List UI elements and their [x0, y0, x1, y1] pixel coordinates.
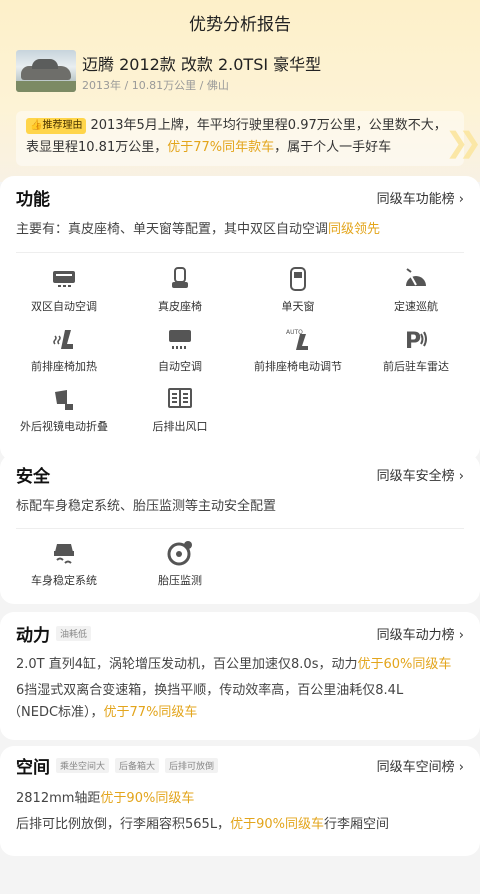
stability-control-icon	[54, 544, 74, 564]
function-rank-link[interactable]: 同级车功能榜 ›	[377, 188, 464, 207]
thumbs-up-icon: 👍	[30, 120, 43, 131]
feature-sunroof[interactable]: 单天窗	[238, 266, 358, 314]
power-badge: 油耗低	[56, 625, 92, 641]
feature-mirror-fold[interactable]: 外后视镜电动折叠	[4, 386, 124, 434]
tire-pressure-icon	[167, 541, 192, 566]
dual-zone-ac-icon	[53, 271, 75, 287]
feature-dual-zone-ac[interactable]: 双区自动空调	[4, 266, 124, 314]
seat-heating-icon	[53, 330, 73, 349]
feature-seat-heating[interactable]: 前排座椅加热	[4, 326, 124, 374]
cruise-control-icon	[406, 268, 426, 286]
space-line-1: 2812mm轴距优于90%同级车	[16, 791, 195, 806]
leather-seat-icon	[172, 267, 188, 288]
power-line-2: 6挡湿式双离合变速箱，换挡平顺，传动效率高，百公里油耗仅8.4L	[16, 683, 404, 698]
space-badge-2: 后备箱大	[115, 757, 160, 773]
recommend-reason: 👍推荐理由 2013年5月上牌，年平均行驶里程0.97万公里，公里数不大，表显里程…	[16, 111, 464, 166]
mirror-fold-icon	[55, 390, 73, 410]
safety-card: 安全 同级车安全榜 › 标配车身稳定系统、胎压监测等主动安全配置 车身稳定系统 …	[0, 454, 480, 604]
decorative-chevron-icon: ❯❯	[445, 126, 480, 159]
feature-cruise-control[interactable]: 定速巡航	[356, 266, 476, 314]
space-badge-3: 后排可放倒	[165, 757, 219, 773]
recommend-tag: 👍推荐理由	[26, 118, 87, 134]
sunroof-icon	[290, 267, 306, 291]
power-seat-icon: AUTO	[286, 329, 308, 350]
feature-rear-vent[interactable]: 后排出风口	[120, 386, 240, 434]
feature-auto-ac[interactable]: 自动空调	[120, 326, 240, 374]
parking-radar-icon: P	[405, 329, 427, 352]
car-name: 迈腾 2012款 改款 2.0TSI 豪华型	[82, 55, 322, 74]
reason-text-end: ，属于个人一手好车	[274, 140, 392, 155]
power-card: 动力 油耗低 同级车动力榜 › 2.0T 直列4缸，涡轮增压发动机，百公里加速仅8…	[0, 612, 480, 740]
power-line-3: （NEDC标准），优于77%同级车	[8, 705, 198, 720]
function-card: 功能 同级车功能榜 › 主要有：真皮座椅、单天窗等配置，其中双区自动空调同级领先…	[0, 176, 480, 461]
power-rank-link[interactable]: 同级车动力榜 ›	[377, 624, 464, 643]
space-title: 空间 乘坐空间大 后备箱大 后排可放倒	[16, 753, 219, 778]
space-rank-link[interactable]: 同级车空间榜 ›	[377, 756, 464, 775]
feature-power-seat[interactable]: AUTO 前排座椅电动调节	[238, 326, 358, 374]
safety-rank-link[interactable]: 同级车安全榜 ›	[377, 465, 464, 484]
power-title: 动力 油耗低	[16, 621, 92, 646]
space-card: 空间 乘坐空间大 后备箱大 后排可放倒 同级车空间榜 › 2812mm轴距优于90%同…	[0, 746, 480, 856]
svg-text:P: P	[405, 329, 421, 352]
space-line-2: 后排可比例放倒，行李厢容积565L，优于90%同级车行李厢空间	[16, 817, 389, 832]
auto-ac-icon	[169, 330, 191, 349]
page-title: 优势分析报告	[189, 15, 291, 35]
report-header: 优势分析报告 迈腾 2012款 改款 2.0TSI 豪华型 2013年 / 10…	[0, 0, 480, 182]
car-meta: 2013年 / 10.81万公里 / 佛山	[82, 79, 229, 92]
function-title: 功能	[16, 189, 50, 210]
reason-highlight: 优于77%同年款车	[167, 140, 275, 155]
feature-parking-radar[interactable]: P 前后驻车雷达	[356, 326, 476, 374]
space-badge-1: 乘坐空间大	[56, 757, 110, 773]
feature-stability-control[interactable]: 车身稳定系统	[4, 540, 124, 588]
safety-title: 安全	[16, 466, 50, 487]
function-summary: 主要有：真皮座椅、单天窗等配置，其中双区自动空调同级领先	[16, 222, 381, 237]
power-line-1: 2.0T 直列4缸，涡轮增压发动机，百公里加速仅8.0s，动力优于60%同级车	[16, 657, 452, 672]
rear-vent-icon	[168, 388, 192, 408]
car-photo[interactable]	[16, 50, 76, 92]
feature-leather-seat[interactable]: 真皮座椅	[120, 266, 240, 314]
feature-tire-pressure[interactable]: 胎压监测	[120, 540, 240, 588]
safety-summary: 标配车身稳定系统、胎压监测等主动安全配置	[16, 499, 277, 514]
